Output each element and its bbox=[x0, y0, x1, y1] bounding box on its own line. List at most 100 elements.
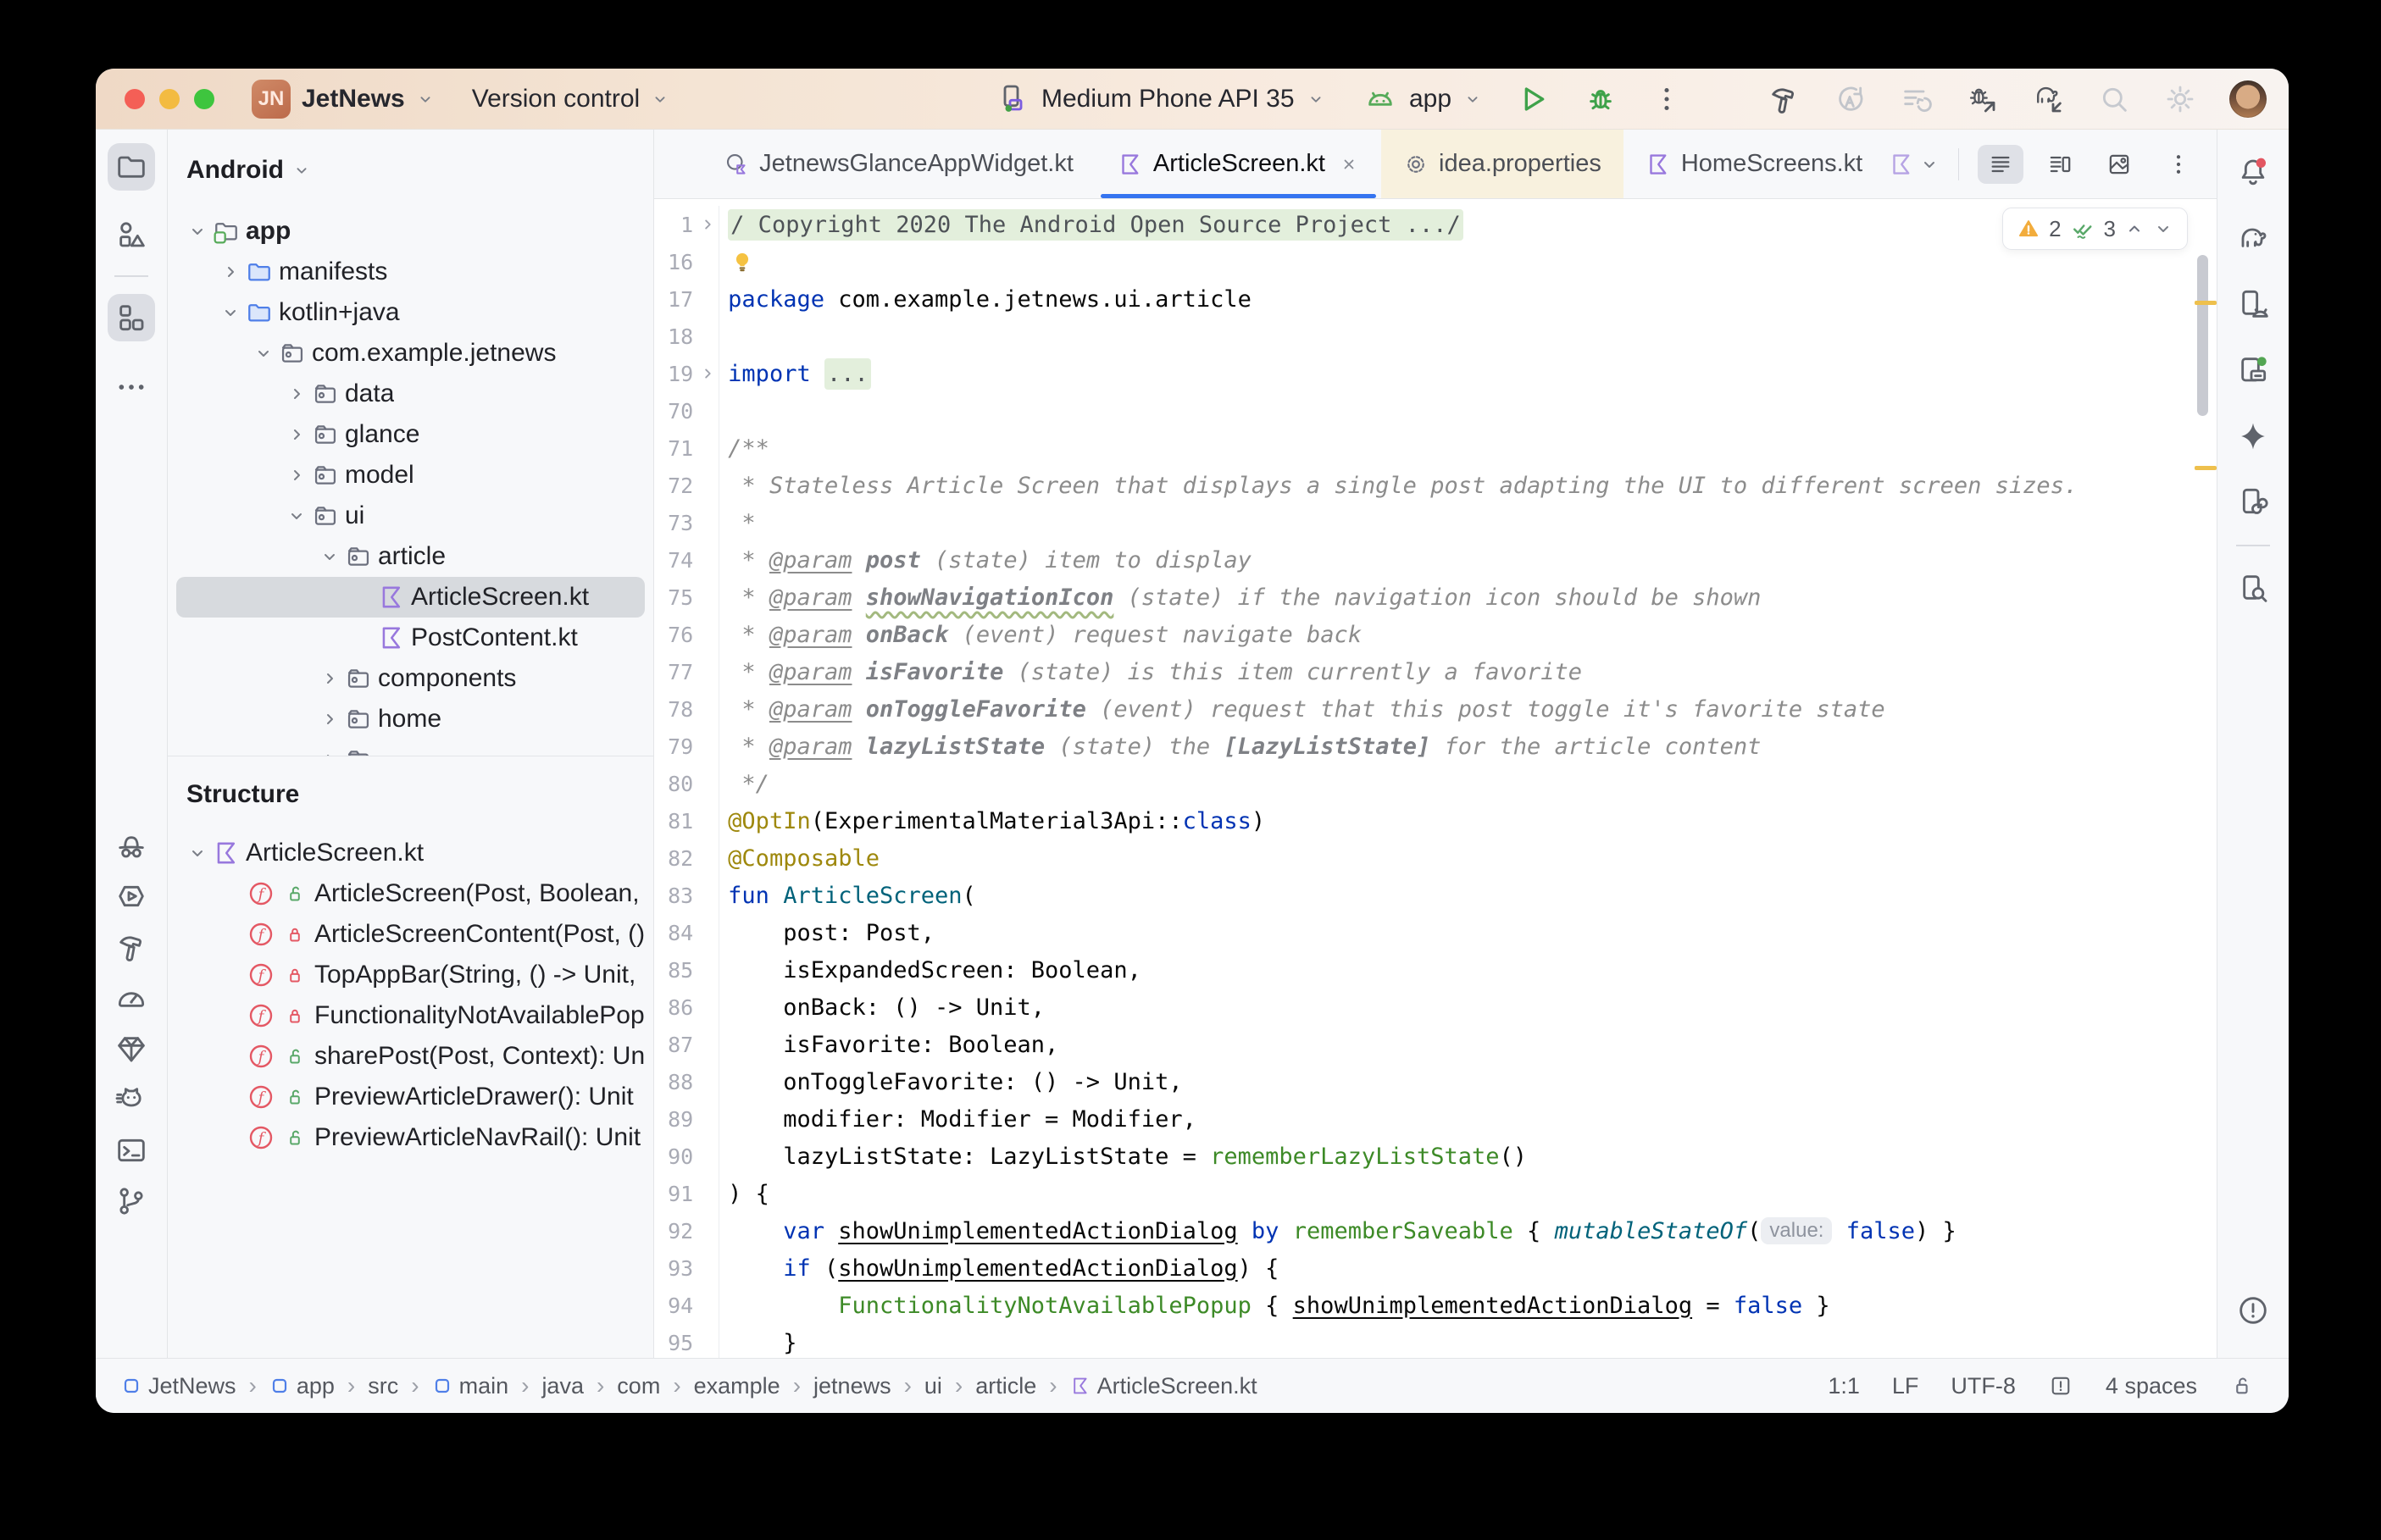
tree-row-home[interactable]: home bbox=[176, 699, 645, 740]
structure-row-sharePost[interactable]: fsharePost(Post, Context): Un bbox=[176, 1036, 645, 1077]
tree-chevron-right-icon[interactable] bbox=[315, 668, 344, 689]
tree-chevron-down-icon[interactable] bbox=[216, 302, 245, 323]
structure-row-ArticleScreen[interactable]: fArticleScreen(Post, Boolean, bbox=[176, 873, 645, 914]
next-problem-chevron-down-icon[interactable] bbox=[2153, 219, 2173, 239]
structure-row-ArticleScreenContent[interactable]: fArticleScreenContent(Post, () bbox=[176, 914, 645, 955]
design-view-button[interactable] bbox=[2096, 145, 2142, 184]
tree-row-com.example.jetnews[interactable]: com.example.jetnews bbox=[176, 333, 645, 374]
tree-row-manifests[interactable]: manifests bbox=[176, 252, 645, 292]
code-editor[interactable]: 1/ Copyright 2020 The Android Open Sourc… bbox=[654, 199, 2217, 1358]
gradle-tool-button[interactable] bbox=[2229, 214, 2277, 262]
intention-bulb-icon[interactable] bbox=[728, 247, 757, 276]
structure-row-PreviewArticleNavRail[interactable]: fPreviewArticleNavRail(): Unit bbox=[176, 1117, 645, 1158]
tree-chevron-right-icon[interactable] bbox=[282, 465, 311, 485]
tree-row-model[interactable]: model bbox=[176, 455, 645, 496]
tree-chevron-down-icon[interactable] bbox=[282, 506, 311, 526]
breadcrumb-article[interactable]: article bbox=[975, 1373, 1036, 1399]
warning-stripe-mark[interactable] bbox=[2195, 301, 2217, 305]
structure-row-ArticleScreen.kt[interactable]: ArticleScreen.kt bbox=[176, 833, 645, 873]
breadcrumb-src[interactable]: src bbox=[368, 1373, 398, 1399]
device-mirroring-tool-button[interactable] bbox=[2229, 479, 2277, 526]
tab-ArticleScreen.kt[interactable]: ArticleScreen.kt bbox=[1096, 130, 1381, 198]
project-chevron-down-icon[interactable] bbox=[416, 90, 435, 108]
minimize-window-button[interactable] bbox=[159, 89, 180, 109]
structure-row-FunctionalityNotAvailablePop[interactable]: fFunctionalityNotAvailablePop bbox=[176, 995, 645, 1036]
project-view-mode[interactable]: Android bbox=[186, 156, 284, 185]
split-view-button[interactable] bbox=[2037, 145, 2083, 184]
structure-row-TopAppBar[interactable]: fTopAppBar(String, () -> Unit, bbox=[176, 955, 645, 995]
logcat-tool-button[interactable] bbox=[108, 1076, 155, 1123]
editor-scrollbar[interactable] bbox=[2197, 255, 2208, 416]
tree-row-kotlin+java[interactable]: kotlin+java bbox=[176, 292, 645, 333]
tree-chevron-right-icon[interactable] bbox=[315, 709, 344, 729]
tree-chevron-down-icon[interactable] bbox=[183, 221, 212, 241]
highlight-level-icon[interactable] bbox=[2048, 1373, 2073, 1399]
encoding-widget[interactable]: UTF-8 bbox=[1951, 1373, 2016, 1399]
settings-gear-icon[interactable] bbox=[2163, 82, 2197, 116]
gemini-tool-button[interactable] bbox=[2229, 413, 2277, 460]
tree-chevron-right-icon[interactable] bbox=[282, 424, 311, 445]
tree-row-PostContent.kt[interactable]: PostContent.kt bbox=[176, 618, 645, 658]
caret-position-widget[interactable]: 1:1 bbox=[1828, 1373, 1860, 1399]
breadcrumb-com[interactable]: com bbox=[617, 1373, 660, 1399]
breadcrumb-ArticleScreen.kt[interactable]: ArticleScreen.kt bbox=[1070, 1373, 1257, 1399]
device-manager-tool-button[interactable] bbox=[2229, 280, 2277, 328]
app-quality-insights-tool-button[interactable] bbox=[108, 1025, 155, 1072]
build-tool-button[interactable] bbox=[108, 923, 155, 971]
line-separator-widget[interactable]: LF bbox=[1892, 1373, 1919, 1399]
more-tool-windows-button[interactable] bbox=[108, 363, 155, 411]
terminal-tool-button[interactable] bbox=[108, 1127, 155, 1174]
vcs-widget[interactable]: Version control bbox=[472, 85, 640, 114]
tree-chevron-down-icon[interactable] bbox=[249, 343, 278, 363]
profiler-tool-button[interactable] bbox=[108, 974, 155, 1022]
tree-row-app[interactable]: app bbox=[176, 211, 645, 252]
tree-row-article[interactable]: article bbox=[176, 536, 645, 577]
breadcrumb-JetNews[interactable]: JetNews bbox=[121, 1373, 236, 1399]
fold-chevron-icon[interactable] bbox=[697, 364, 719, 383]
tab-HomeScreens.kt[interactable]: HomeScreens.kt bbox=[1623, 130, 1884, 198]
tab-options-kebab-icon[interactable] bbox=[2156, 145, 2201, 184]
app-inspection-tool-button[interactable] bbox=[108, 822, 155, 869]
tree-chevron-right-icon[interactable] bbox=[315, 750, 344, 756]
version-control-tool-button[interactable] bbox=[108, 1177, 155, 1225]
project-name[interactable]: JetNews bbox=[302, 85, 405, 114]
file-lock-icon[interactable] bbox=[2229, 1373, 2255, 1399]
code-viewport[interactable]: 1/ Copyright 2020 The Android Open Sourc… bbox=[654, 199, 2217, 1358]
project-view-chevron-down-icon[interactable] bbox=[292, 161, 311, 180]
vcs-chevron-down-icon[interactable] bbox=[651, 90, 669, 108]
search-everywhere-icon[interactable] bbox=[2097, 82, 2131, 116]
inspections-widget[interactable]: 2 3 bbox=[2002, 208, 2188, 250]
code-view-button[interactable] bbox=[1978, 145, 2023, 184]
run-button[interactable] bbox=[1516, 82, 1550, 116]
tree-row-data[interactable]: data bbox=[176, 374, 645, 414]
breadcrumb-main[interactable]: main bbox=[432, 1373, 509, 1399]
project-tool-button[interactable] bbox=[108, 143, 155, 191]
structure-tool-button[interactable] bbox=[108, 294, 155, 341]
previous-problem-chevron-up-icon[interactable] bbox=[2124, 219, 2145, 239]
tab-JetnewsGlanceAppWidget.kt[interactable]: JetnewsGlanceAppWidget.kt bbox=[702, 130, 1096, 198]
resource-manager-tool-button[interactable] bbox=[108, 211, 155, 258]
notifications-tool-button[interactable] bbox=[2229, 148, 2277, 196]
tree-row-partial[interactable] bbox=[176, 740, 645, 756]
hidden-tabs-dropdown[interactable] bbox=[1889, 152, 1940, 177]
running-devices-tool-button[interactable] bbox=[2229, 346, 2277, 394]
gradle-sync-icon[interactable] bbox=[2031, 82, 2065, 116]
device-explorer-tool-button[interactable] bbox=[2229, 565, 2277, 612]
services-tool-button[interactable] bbox=[108, 872, 155, 920]
more-run-options-icon[interactable] bbox=[1651, 84, 1682, 114]
attach-debugger-icon[interactable] bbox=[1965, 82, 1999, 116]
warning-stripe-mark[interactable] bbox=[2195, 466, 2217, 470]
tree-chevron-down-icon[interactable] bbox=[315, 546, 344, 567]
debug-button[interactable] bbox=[1584, 82, 1618, 116]
maximize-window-button[interactable] bbox=[194, 89, 214, 109]
tree-chevron-down-icon[interactable] bbox=[183, 843, 212, 863]
problems-tool-button[interactable] bbox=[2229, 1287, 2277, 1334]
tab-idea.properties[interactable]: idea.properties bbox=[1381, 130, 1623, 198]
breadcrumb-java[interactable]: java bbox=[541, 1373, 584, 1399]
device-selector[interactable]: Medium Phone API 35 bbox=[996, 69, 1325, 129]
tree-row-ui[interactable]: ui bbox=[176, 496, 645, 536]
tree-chevron-right-icon[interactable] bbox=[282, 384, 311, 404]
tree-row-glance[interactable]: glance bbox=[176, 414, 645, 455]
run-config-chevron-down-icon[interactable] bbox=[1463, 90, 1482, 108]
indent-widget[interactable]: 4 spaces bbox=[2106, 1373, 2197, 1399]
